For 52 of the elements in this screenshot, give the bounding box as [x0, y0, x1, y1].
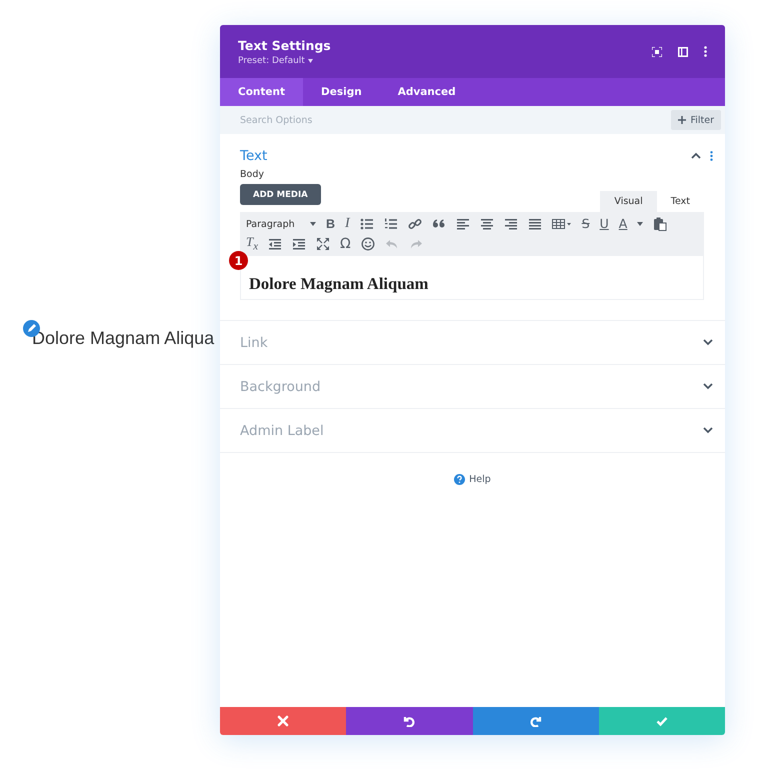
numbered-list-icon[interactable] — [384, 217, 398, 231]
justify-icon[interactable] — [528, 217, 542, 231]
italic-button[interactable]: I — [345, 217, 350, 231]
clear-button[interactable]: T$_{x}$ — [246, 235, 258, 253]
close-icon — [278, 716, 288, 726]
align-center-icon[interactable] — [480, 217, 494, 231]
expand-icon[interactable] — [652, 46, 662, 56]
strike-button[interactable]: S — [582, 218, 590, 230]
chevron-down-icon[interactable] — [703, 427, 713, 434]
format-select[interactable]: Paragraph — [246, 218, 316, 230]
text-color-button[interactable]: A — [618, 218, 628, 230]
field-label: Body — [240, 169, 265, 180]
underline-button[interactable]: U — [600, 218, 609, 230]
caret-icon[interactable] — [308, 58, 313, 62]
filter-button[interactable]: Filter — [671, 110, 721, 130]
chevron-down-icon[interactable] — [703, 339, 713, 346]
chevron-down-icon[interactable] — [703, 383, 713, 390]
link-icon[interactable] — [408, 217, 422, 231]
modal-title: Text Settings — [238, 38, 332, 52]
align-right-icon[interactable] — [504, 217, 518, 231]
search-field[interactable]: Search Options — [240, 114, 440, 126]
fullscreen-icon[interactable] — [316, 237, 330, 251]
preset-dropdown[interactable]: Preset: Default — [238, 56, 305, 66]
bullet-list-icon[interactable] — [360, 217, 374, 231]
step-badge: 1 — [229, 251, 248, 270]
align-left-icon[interactable] — [456, 217, 470, 231]
more-icon[interactable] — [710, 150, 713, 160]
caret-icon[interactable] — [310, 222, 316, 226]
split-view-icon[interactable] — [678, 46, 688, 56]
caret-icon[interactable] — [637, 222, 644, 226]
section-title[interactable]: Text — [240, 148, 268, 164]
add-media-button[interactable]: ADD MEDIA — [240, 184, 321, 205]
settings-tab[interactable]: Advanced — [380, 78, 474, 106]
help-link[interactable]: Help — [469, 474, 491, 485]
help-icon[interactable] — [454, 474, 466, 485]
indent-icon[interactable] — [292, 237, 306, 251]
smiley-icon[interactable] — [360, 237, 375, 251]
paste-icon[interactable] — [653, 217, 668, 231]
chevron-up-icon[interactable] — [691, 152, 701, 159]
plus-icon — [678, 116, 686, 124]
table-icon[interactable] — [552, 217, 572, 231]
redo-icon — [530, 716, 541, 727]
editor-text: Dolore Magnam Aliquam — [249, 274, 428, 294]
check-icon — [656, 717, 668, 726]
settings-tab[interactable]: Content — [220, 78, 304, 106]
plain-button[interactable]: Ω — [340, 237, 351, 251]
bold-button[interactable]: B — [326, 218, 336, 230]
settings-tab[interactable]: Design — [303, 78, 380, 106]
more-icon[interactable] — [704, 46, 707, 57]
outdent-icon[interactable] — [268, 237, 282, 251]
undo-icon — [404, 716, 415, 727]
editor-tab[interactable]: Visual — [600, 191, 657, 212]
